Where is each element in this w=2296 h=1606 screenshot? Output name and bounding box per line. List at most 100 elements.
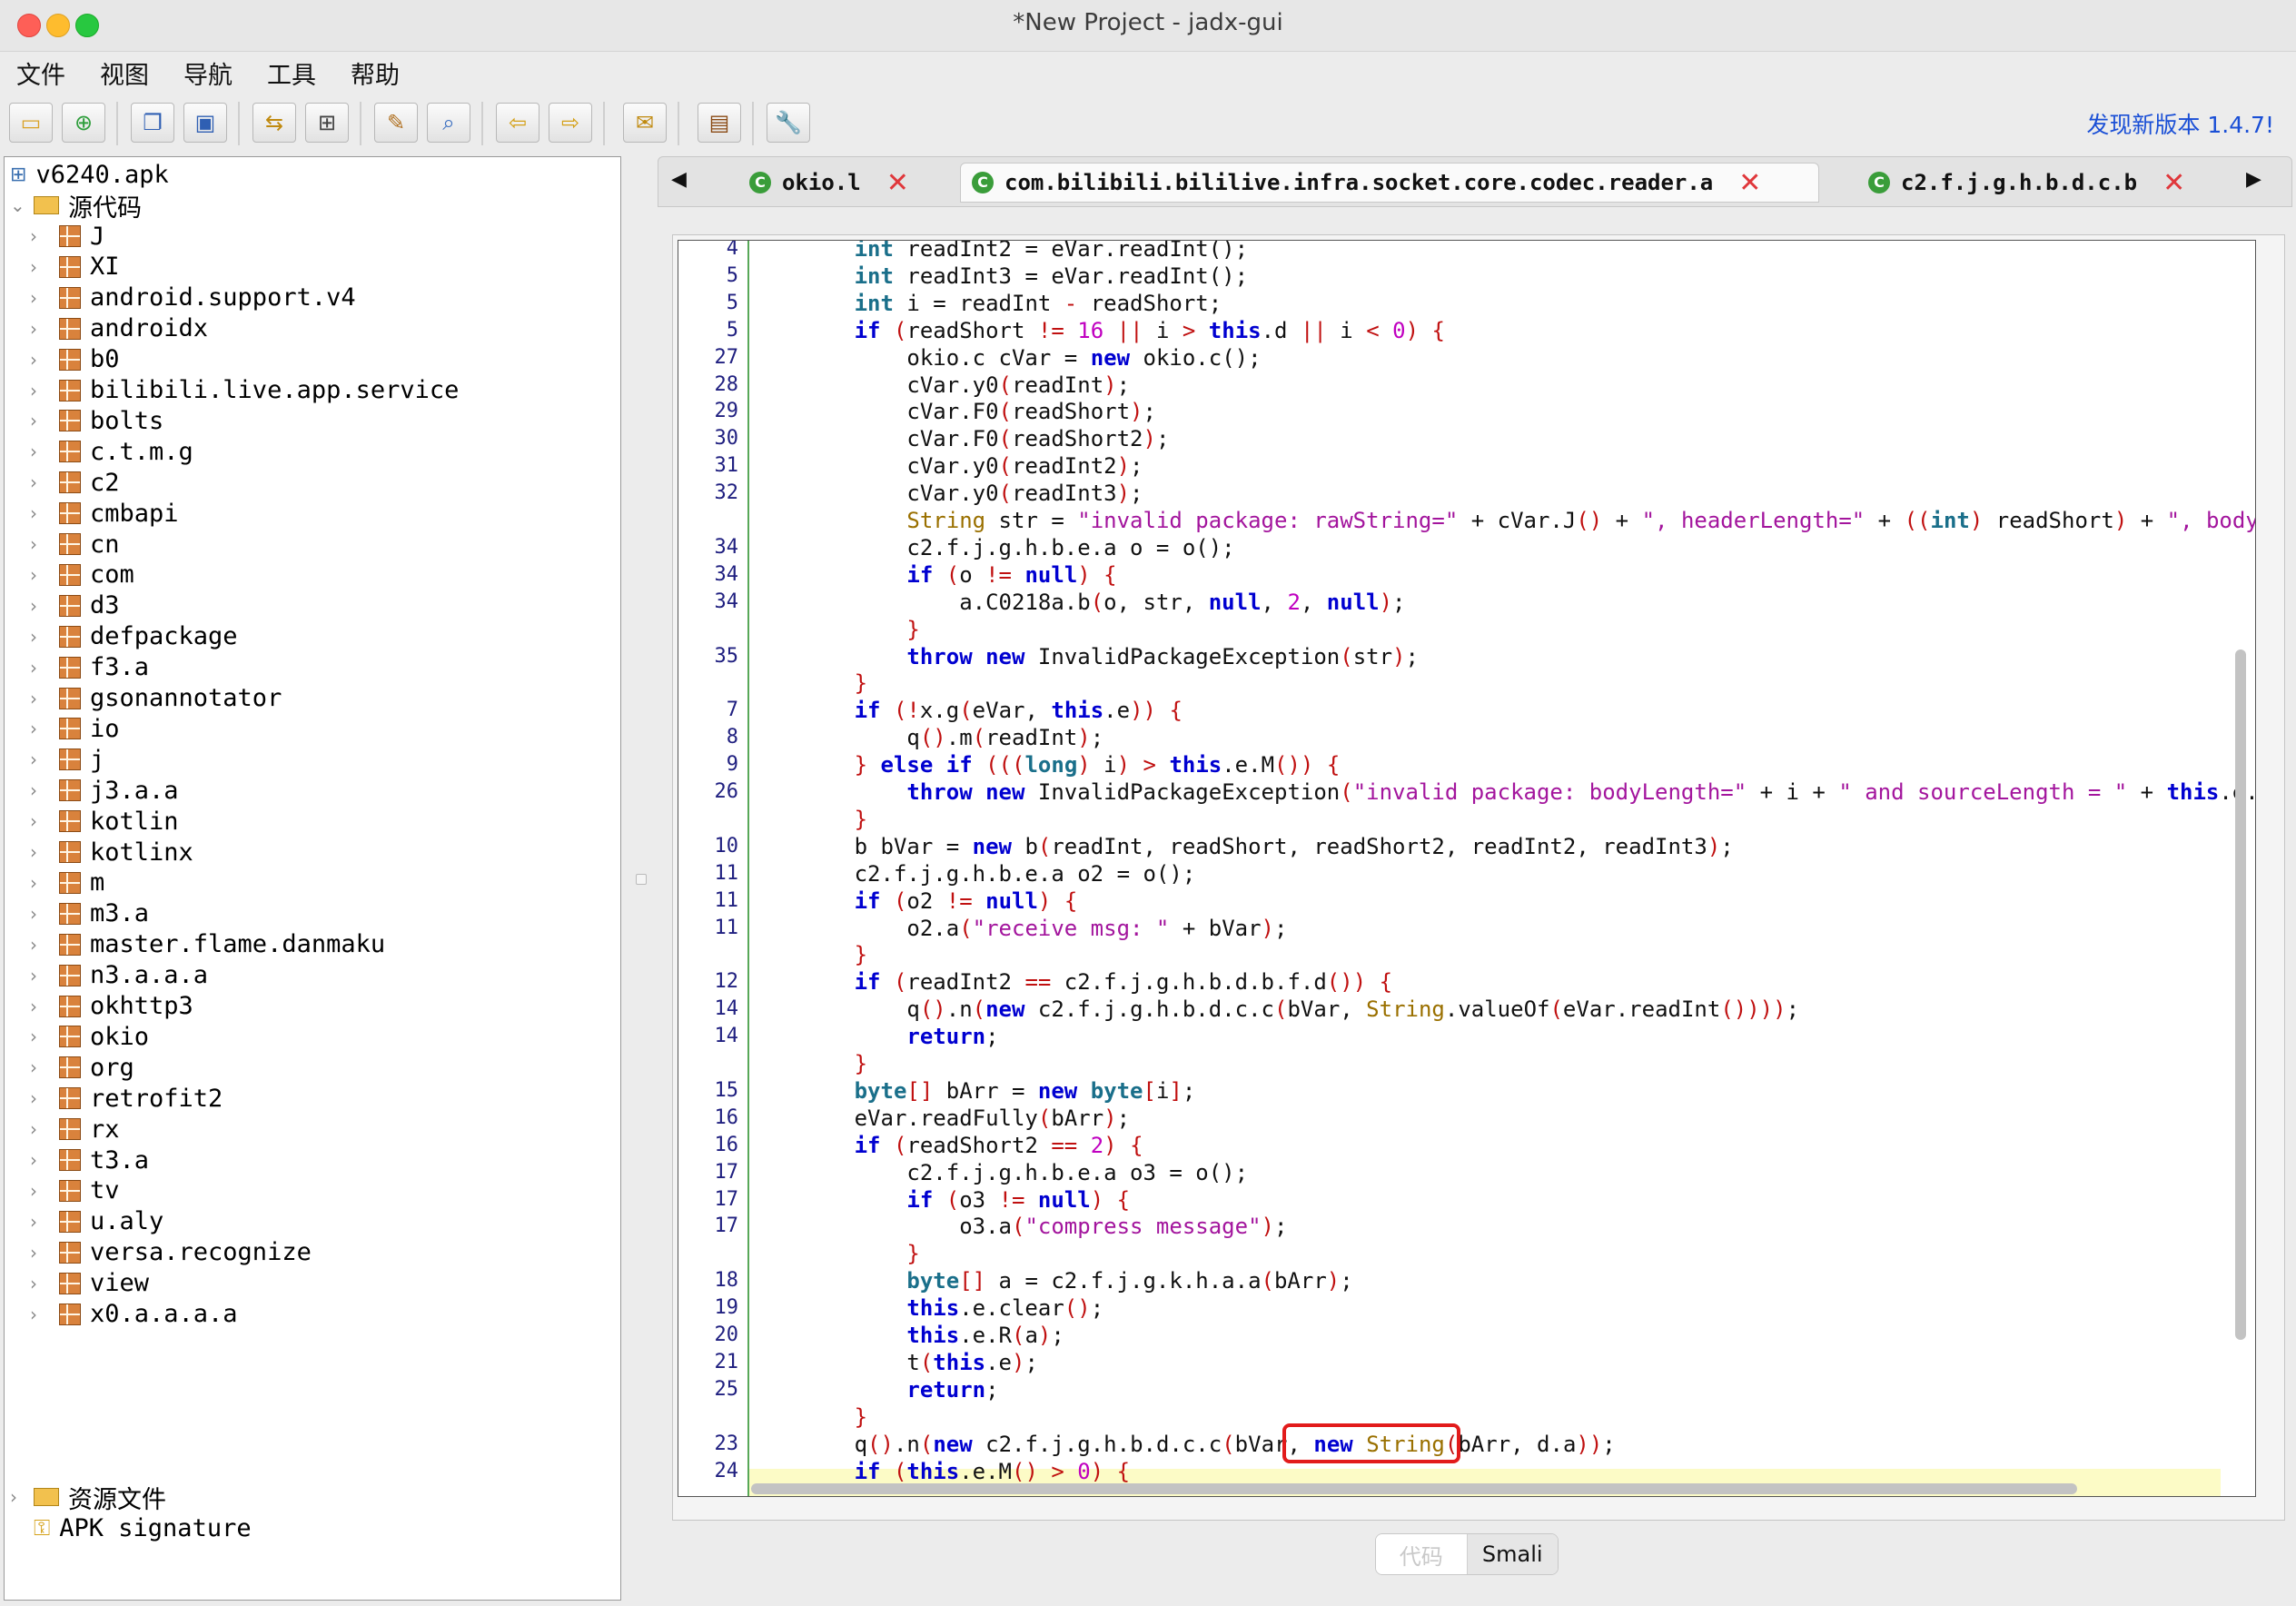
code-line[interactable]: q().n(new c2.f.j.g.h.b.d.c.c(bVar, Strin… xyxy=(749,996,1799,1023)
chevron-right-icon[interactable]: › xyxy=(30,1211,48,1233)
code-editor[interactable]: 4 5 5 5 27 28 29 30 31 32 34 34 34 35 7 8 9 26 10 11 11 11 12 1… xyxy=(678,240,2256,1497)
code-line[interactable]: cVar.y0(readInt2); xyxy=(749,452,1143,480)
chevron-right-icon[interactable]: › xyxy=(30,779,48,801)
code-line[interactable]: if (o != null) { xyxy=(749,561,1116,589)
chevron-right-icon[interactable]: › xyxy=(30,349,48,371)
tree-package-item[interactable]: › m xyxy=(30,867,104,898)
tree-package-item[interactable]: › gsonannotator xyxy=(30,683,282,714)
chevron-right-icon[interactable]: › xyxy=(30,688,48,709)
tree-package-item[interactable]: › view xyxy=(30,1268,149,1299)
tree-package-item[interactable]: › d3 xyxy=(30,590,120,621)
tree-package-item[interactable]: › kotlinx xyxy=(30,837,193,867)
chevron-right-icon[interactable]: › xyxy=(30,1056,48,1078)
tree-package-item[interactable]: › j3.a.a xyxy=(30,775,179,806)
tree-package-item[interactable]: › j xyxy=(30,744,104,775)
code-line[interactable]: } xyxy=(749,806,867,833)
back-arrow-icon[interactable]: ⇦ xyxy=(496,103,539,143)
tab-c2-b[interactable]: C c2.f.j.g.h.b.d.c.b ✕ xyxy=(1868,163,2185,203)
tree-package-item[interactable]: › defpackage xyxy=(30,621,238,652)
chevron-right-icon[interactable]: › xyxy=(30,626,48,648)
chevron-right-icon[interactable]: › xyxy=(30,1149,48,1171)
code-line[interactable]: if (!x.g(eVar, this.e)) { xyxy=(749,697,1183,724)
chevron-right-icon[interactable]: › xyxy=(30,718,48,739)
vertical-scrollbar[interactable] xyxy=(2235,649,2246,1340)
tree-package-item[interactable]: › c2 xyxy=(30,467,120,498)
code-line[interactable]: } xyxy=(749,941,867,968)
chevron-right-icon[interactable]: › xyxy=(30,564,48,586)
chevron-right-icon[interactable]: › xyxy=(30,810,48,832)
code-line[interactable]: throw new InvalidPackageException("inval… xyxy=(749,778,2255,806)
code-line[interactable]: throw new InvalidPackageException(str); xyxy=(749,643,1419,670)
tree-package-item[interactable]: › org xyxy=(30,1052,134,1083)
chevron-right-icon[interactable]: › xyxy=(30,1180,48,1202)
code-line[interactable]: if (o2 != null) { xyxy=(749,887,1078,915)
chevron-right-icon[interactable]: › xyxy=(30,441,48,462)
tree-root-apk[interactable]: ⊞ v6240.apk xyxy=(10,159,169,190)
code-line[interactable]: cVar.y0(readInt3); xyxy=(749,480,1143,507)
log-viewer-icon[interactable]: ▤ xyxy=(698,103,741,143)
chevron-right-icon[interactable]: › xyxy=(30,996,48,1017)
tree-source-folder[interactable]: ⌄ 源代码 xyxy=(10,190,142,223)
tree-package-item[interactable]: › versa.recognize xyxy=(30,1237,312,1268)
code-line[interactable]: if (readShort2 == 2) { xyxy=(749,1132,1143,1159)
menu-navigate[interactable]: 导航 xyxy=(183,55,233,91)
chevron-right-icon[interactable]: › xyxy=(30,657,48,679)
tab-scroll-left-icon[interactable]: ◀ xyxy=(671,168,687,191)
chevron-right-icon[interactable]: › xyxy=(30,471,48,493)
search-icon[interactable]: ⌕ xyxy=(427,103,470,143)
tab-reader-a[interactable]: C com.bilibili.bililive.infra.socket.cor… xyxy=(960,163,1819,203)
code-text[interactable]: int readInt2 = eVar.readInt(); int readI… xyxy=(749,241,2255,1496)
code-line[interactable]: o2.a("receive msg: " + bVar); xyxy=(749,915,1287,942)
tree-package-item[interactable]: › t3.a xyxy=(30,1145,149,1175)
preferences-icon[interactable]: ✉ xyxy=(623,103,667,143)
code-line[interactable]: } else if (((long) i) > this.e.M()) { xyxy=(749,751,1341,778)
code-line[interactable]: this.e.R(a); xyxy=(749,1322,1064,1349)
code-line[interactable]: return; xyxy=(749,1376,998,1403)
code-line[interactable]: } xyxy=(749,1240,919,1267)
copy-icon[interactable]: ❐ xyxy=(131,103,174,143)
chevron-right-icon[interactable]: › xyxy=(30,1242,48,1264)
chevron-right-icon[interactable]: › xyxy=(30,841,48,863)
tree-package-item[interactable]: › b0 xyxy=(30,344,120,375)
chevron-right-icon[interactable]: › xyxy=(30,1118,48,1140)
tree-package-item[interactable]: › f3.a xyxy=(30,652,149,683)
tree-package-item[interactable]: › bolts xyxy=(30,405,163,436)
tab-code[interactable]: 代码 xyxy=(1376,1534,1468,1574)
split-divider[interactable] xyxy=(621,156,658,1601)
tree-package-item[interactable]: › cn xyxy=(30,529,120,560)
decompile-wand-icon[interactable]: ✎ xyxy=(374,103,418,143)
chevron-right-icon[interactable]: › xyxy=(30,410,48,431)
chevron-right-icon[interactable]: › xyxy=(30,287,48,309)
code-line[interactable]: if (readShort != 16 || i > this.d || i <… xyxy=(749,317,1445,344)
code-line[interactable]: } xyxy=(749,1403,867,1431)
chevron-right-icon[interactable]: › xyxy=(30,872,48,894)
forward-arrow-icon[interactable]: ⇨ xyxy=(549,103,592,143)
close-tab-icon[interactable]: ✕ xyxy=(1738,167,1761,199)
code-line[interactable]: if (o3 != null) { xyxy=(749,1186,1130,1214)
close-tab-icon[interactable]: ✕ xyxy=(886,167,909,199)
chevron-right-icon[interactable]: › xyxy=(30,903,48,925)
tree-package-item[interactable]: › cmbapi xyxy=(30,498,179,529)
chevron-right-icon[interactable]: › xyxy=(10,1486,28,1508)
code-line[interactable]: this.e.clear(); xyxy=(749,1294,1103,1322)
chevron-right-icon[interactable]: › xyxy=(30,1026,48,1047)
menu-view[interactable]: 视图 xyxy=(100,55,149,91)
code-line[interactable]: } xyxy=(749,669,867,697)
chevron-right-icon[interactable]: › xyxy=(30,748,48,770)
code-line[interactable]: c2.f.j.g.h.b.e.a o = o(); xyxy=(749,534,1234,561)
tree-package-item[interactable]: › bilibili.live.app.service xyxy=(30,375,459,406)
code-line[interactable]: byte[] bArr = new byte[i]; xyxy=(749,1077,1196,1105)
close-tab-icon[interactable]: ✕ xyxy=(2162,167,2185,199)
code-line[interactable]: byte[] a = c2.f.j.g.k.h.a.a(bArr); xyxy=(749,1267,1352,1294)
chevron-right-icon[interactable]: › xyxy=(30,1087,48,1109)
settings-wrench-icon[interactable]: 🔧 xyxy=(767,103,810,143)
code-line[interactable]: int i = readInt - readShort; xyxy=(749,290,1222,317)
chevron-right-icon[interactable]: › xyxy=(30,595,48,617)
tree-package-item[interactable]: › master.flame.danmaku xyxy=(30,929,385,960)
code-line[interactable]: cVar.y0(readInt); xyxy=(749,372,1130,399)
code-line[interactable]: o3.a("compress message"); xyxy=(749,1213,1287,1240)
save-all-icon[interactable]: ▣ xyxy=(183,103,227,143)
project-tree[interactable]: ⊞ v6240.apk ⌄ 源代码 › J › XI › android.support.… xyxy=(4,156,621,1601)
sync-icon[interactable]: ⇆ xyxy=(252,103,296,143)
code-line[interactable]: int readInt3 = eVar.readInt(); xyxy=(749,263,1249,290)
